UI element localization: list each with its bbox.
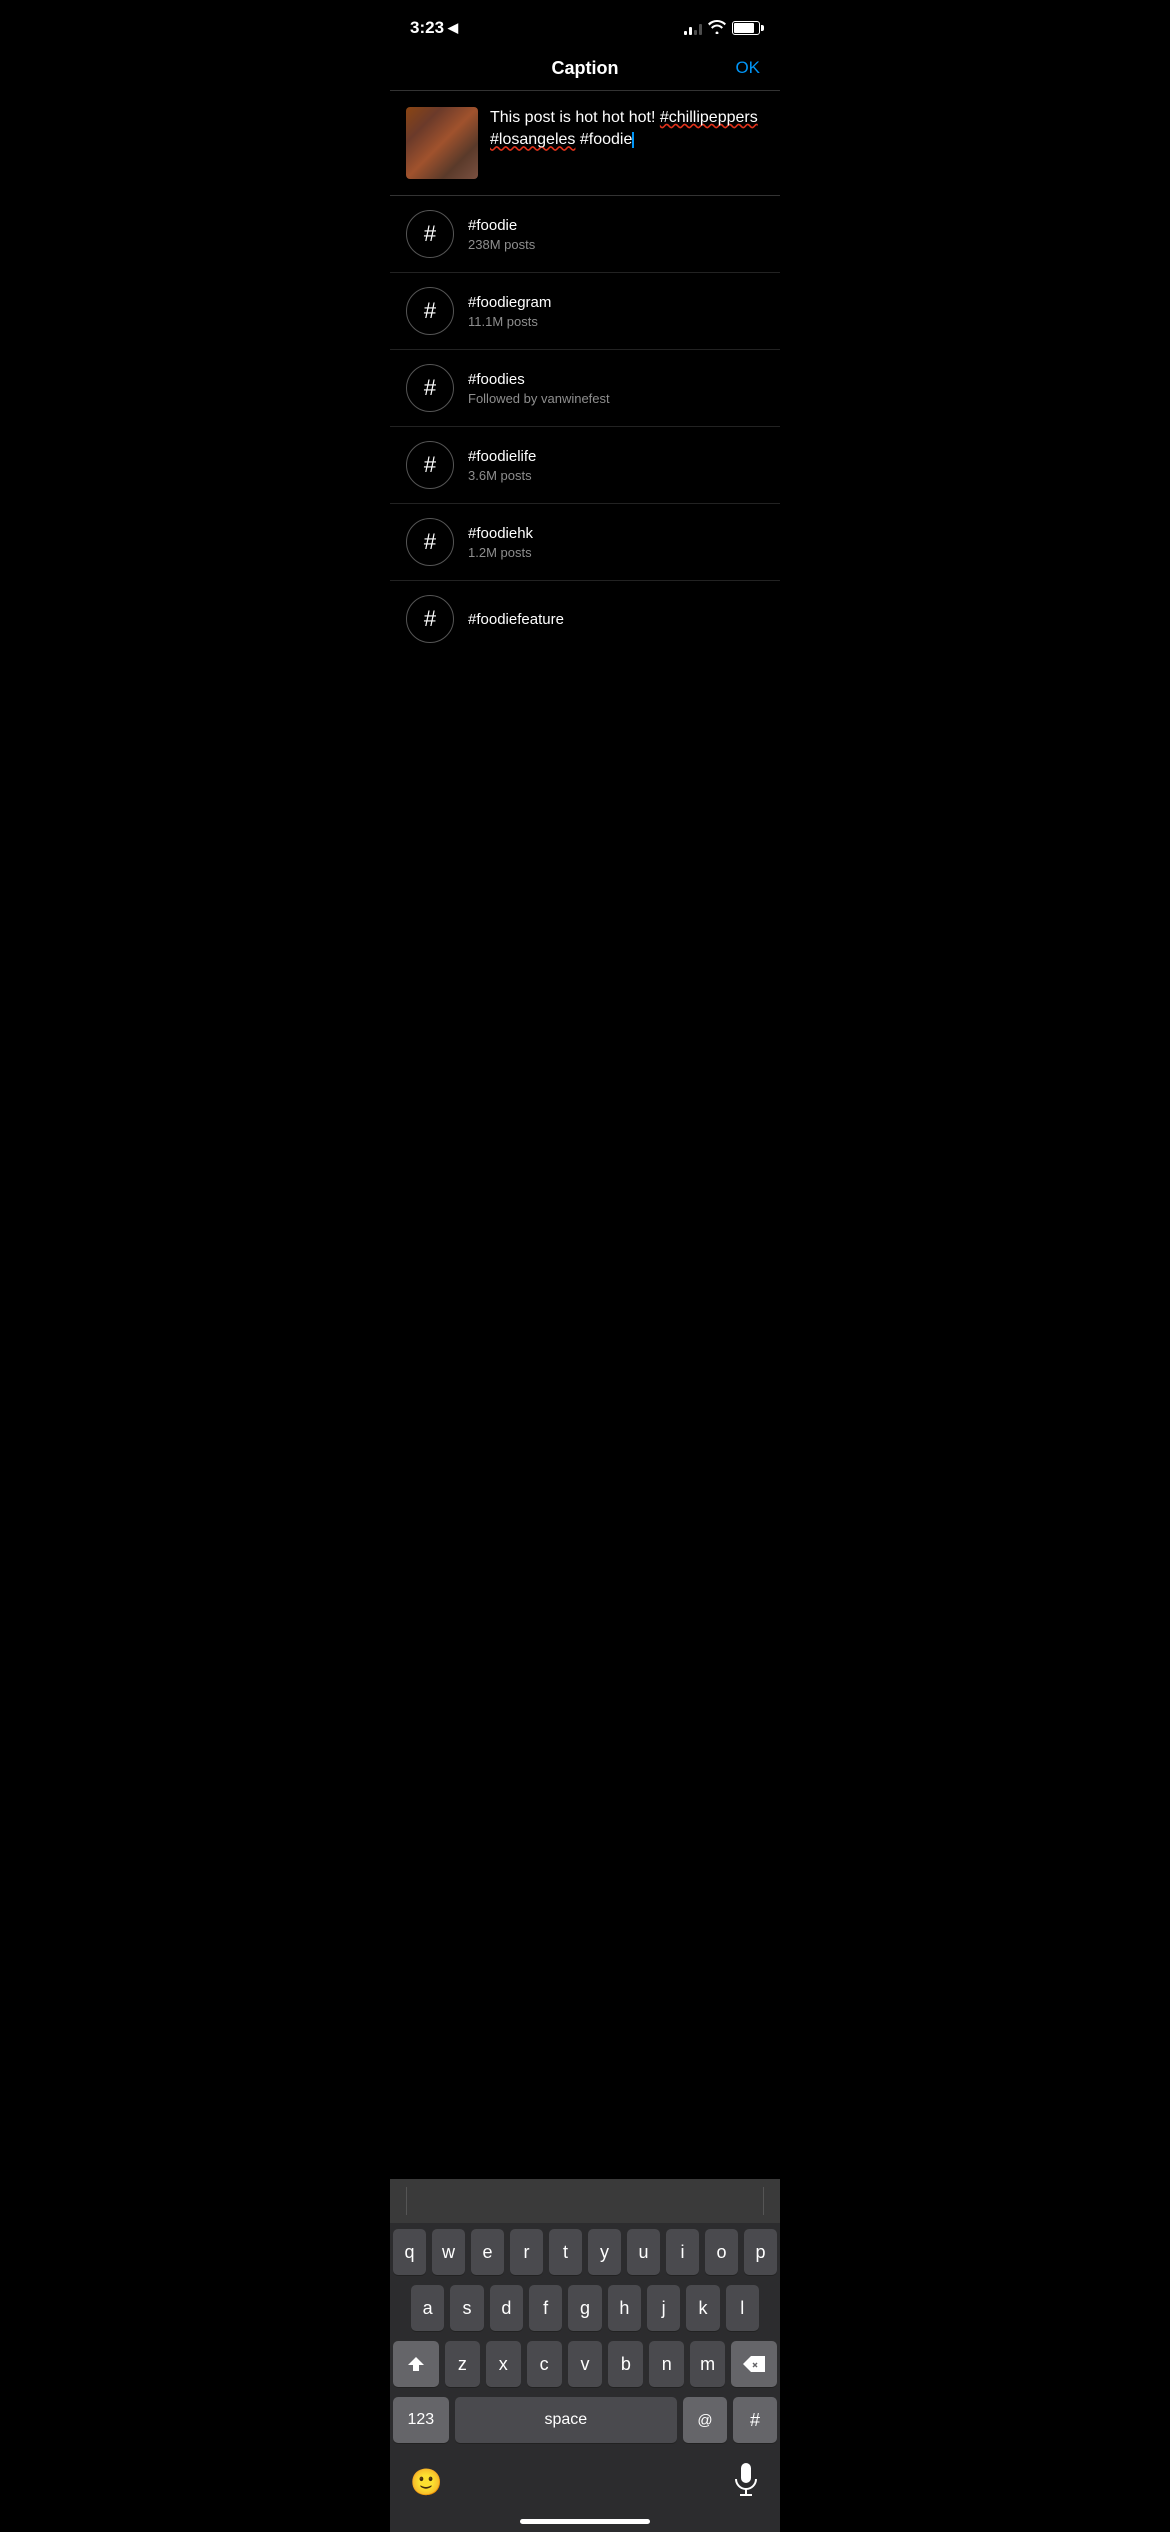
keyboard-toolbar (390, 2179, 780, 2223)
key-u[interactable]: u (627, 2229, 660, 2275)
status-icons (684, 20, 760, 37)
hashtag-losangeles: #losangeles (490, 131, 575, 148)
suggestions-list: # #foodie 238M posts # #foodiegram 11.1M… (390, 196, 780, 657)
key-s[interactable]: s (450, 2285, 483, 2331)
key-f[interactable]: f (529, 2285, 562, 2331)
key-r[interactable]: r (510, 2229, 543, 2275)
suggestion-info: #foodie 238M posts (468, 217, 535, 252)
backspace-key[interactable] (731, 2341, 777, 2387)
key-v[interactable]: v (568, 2341, 603, 2387)
toolbar-divider-right (763, 2187, 764, 2215)
suggestion-item[interactable]: # #foodiefeature (390, 581, 780, 657)
key-b[interactable]: b (608, 2341, 643, 2387)
key-d[interactable]: d (490, 2285, 523, 2331)
suggestion-info: #foodiefeature (468, 611, 564, 628)
keyboard: q w e r t y u i o p a s d f g h j k l (390, 2179, 780, 2532)
suggestion-tag: #foodie (468, 217, 535, 234)
at-key[interactable]: @ (683, 2397, 727, 2443)
key-a[interactable]: a (411, 2285, 444, 2331)
key-z[interactable]: z (445, 2341, 480, 2387)
battery-icon (732, 21, 760, 35)
hash-icon-circle: # (406, 210, 454, 258)
key-i[interactable]: i (666, 2229, 699, 2275)
hashtag-foodie-text: #foodie (580, 131, 633, 148)
signal-bars (684, 21, 702, 35)
suggestion-item[interactable]: # #foodies Followed by vanwinefest (390, 350, 780, 427)
suggestion-count: 3.6M posts (468, 468, 536, 483)
keyboard-rows: q w e r t y u i o p a s d f g h j k l (390, 2223, 780, 2453)
suggestion-count: 1.2M posts (468, 545, 533, 560)
text-cursor (632, 132, 634, 148)
caption-plain-text: This post is hot hot hot! (490, 109, 660, 126)
page-title: Caption (552, 58, 619, 79)
keyboard-row-4: 123 space @ # (393, 2397, 777, 2443)
key-y[interactable]: y (588, 2229, 621, 2275)
key-e[interactable]: e (471, 2229, 504, 2275)
key-k[interactable]: k (686, 2285, 719, 2331)
status-time: 3:23 ◀ (410, 18, 458, 38)
suggestion-tag: #foodiefeature (468, 611, 564, 628)
suggestion-count: 11.1M posts (468, 314, 551, 329)
keyboard-row-1: q w e r t y u i o p (393, 2229, 777, 2275)
shift-key[interactable] (393, 2341, 439, 2387)
key-l[interactable]: l (726, 2285, 759, 2331)
hash-icon-circle: # (406, 518, 454, 566)
key-n[interactable]: n (649, 2341, 684, 2387)
location-icon: ◀ (448, 20, 458, 36)
key-p[interactable]: p (744, 2229, 777, 2275)
suggestion-tag: #foodielife (468, 448, 536, 465)
suggestion-count: 238M posts (468, 237, 535, 252)
key-c[interactable]: c (527, 2341, 562, 2387)
toolbar-divider-left (406, 2187, 407, 2215)
nav-header: Caption OK (390, 50, 780, 91)
keyboard-row-2: a s d f g h j k l (393, 2285, 777, 2331)
wifi-icon (708, 20, 726, 37)
key-x[interactable]: x (486, 2341, 521, 2387)
ok-button[interactable]: OK (735, 58, 760, 78)
suggestion-tag: #foodiegram (468, 294, 551, 311)
key-q[interactable]: q (393, 2229, 426, 2275)
suggestion-item[interactable]: # #foodiehk 1.2M posts (390, 504, 780, 581)
suggestion-info: #foodielife 3.6M posts (468, 448, 536, 483)
key-m[interactable]: m (690, 2341, 725, 2387)
key-h[interactable]: h (608, 2285, 641, 2331)
home-indicator (520, 2519, 650, 2524)
suggestion-info: #foodies Followed by vanwinefest (468, 371, 610, 406)
hash-icon-circle: # (406, 287, 454, 335)
microphone-button[interactable] (732, 2463, 760, 2502)
status-bar: 3:23 ◀ (390, 0, 780, 50)
suggestion-info: #foodiegram 11.1M posts (468, 294, 551, 329)
key-j[interactable]: j (647, 2285, 680, 2331)
key-o[interactable]: o (705, 2229, 738, 2275)
number-key[interactable]: 123 (393, 2397, 449, 2443)
emoji-button[interactable]: 🙂 (410, 2467, 442, 2498)
hash-icon-circle: # (406, 595, 454, 643)
suggestion-item[interactable]: # #foodie 238M posts (390, 196, 780, 273)
caption-area: This post is hot hot hot! #chillipeppers… (390, 91, 780, 196)
suggestion-item[interactable]: # #foodiegram 11.1M posts (390, 273, 780, 350)
hashtag-chillipeppers: #chillipeppers (660, 109, 758, 126)
hash-icon-circle: # (406, 364, 454, 412)
suggestion-tag: #foodies (468, 371, 610, 388)
hash-key[interactable]: # (733, 2397, 777, 2443)
suggestion-info: #foodiehk 1.2M posts (468, 525, 533, 560)
suggestion-count: Followed by vanwinefest (468, 391, 610, 406)
hash-icon-circle: # (406, 441, 454, 489)
key-t[interactable]: t (549, 2229, 582, 2275)
caption-input[interactable]: This post is hot hot hot! #chillipeppers… (490, 107, 764, 179)
space-key[interactable]: space (455, 2397, 677, 2443)
keyboard-row-3: z x c v b n m (393, 2341, 777, 2387)
suggestion-tag: #foodiehk (468, 525, 533, 542)
suggestion-item[interactable]: # #foodielife 3.6M posts (390, 427, 780, 504)
key-w[interactable]: w (432, 2229, 465, 2275)
key-g[interactable]: g (568, 2285, 601, 2331)
post-thumbnail (406, 107, 478, 179)
